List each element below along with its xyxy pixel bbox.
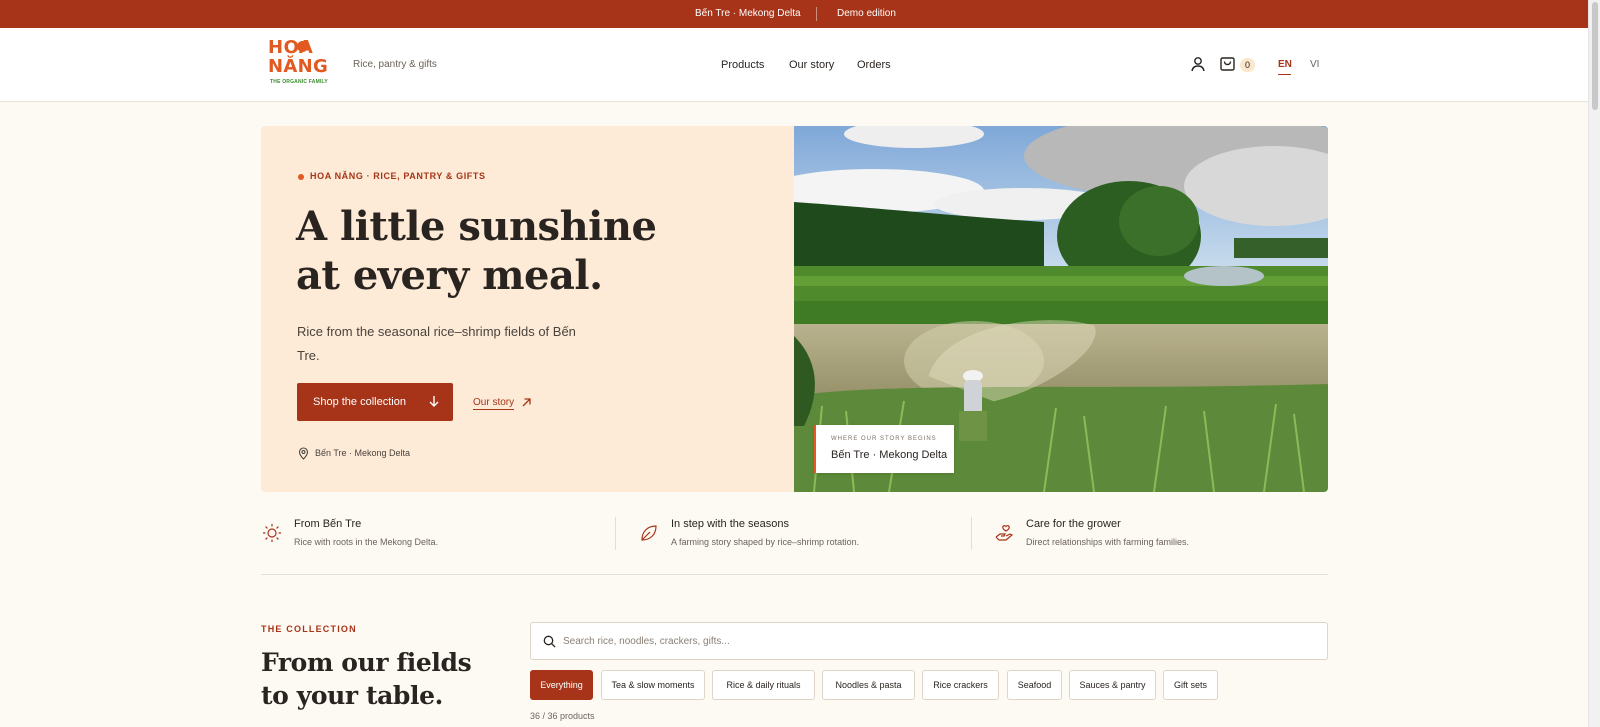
product-search	[530, 622, 1328, 660]
hero-subtitle: Rice from the seasonal rice–shrimp field…	[297, 324, 576, 363]
brand-logo[interactable]: HOA NĂNG THE ORGANIC FAMILY	[268, 37, 334, 89]
shop-collection-button[interactable]: Shop the collection	[297, 383, 453, 421]
product-count: 36 / 36 products	[530, 711, 595, 721]
sun-icon	[263, 524, 281, 542]
hero-title: A little sunshine at every meal.	[296, 202, 716, 300]
leaf-icon	[641, 525, 657, 541]
search-input[interactable]	[563, 632, 1263, 650]
logo-word-nang: NĂNG	[268, 56, 329, 77]
hero-section: HOA NĂNG · RICE, PANTRY & GIFTS A little…	[261, 126, 1328, 492]
language-en[interactable]: EN	[1278, 59, 1292, 75]
filter-seafood[interactable]: Seafood	[1007, 670, 1062, 700]
filter-rice[interactable]: Rice & daily rituals	[712, 670, 815, 700]
logo-subline: THE ORGANIC FAMILY	[270, 79, 328, 85]
site-header: HOA NĂNG THE ORGANIC FAMILY Rice, pantry…	[0, 28, 1588, 102]
announcement-bar: Bến Tre · Mekong Delta Demo edition	[0, 0, 1588, 28]
section-divider	[261, 574, 1328, 575]
hand-heart-icon	[995, 525, 1014, 541]
photo-caption-place: Bến Tre · Mekong Delta	[831, 449, 948, 461]
user-icon[interactable]	[1190, 56, 1206, 72]
feature-desc: Direct relationships with farming famili…	[1026, 537, 1190, 547]
filter-gift-sets[interactable]: Gift sets	[1163, 670, 1218, 700]
arrow-up-right-icon[interactable]	[521, 397, 532, 408]
feature-title: Care for the grower	[1026, 518, 1121, 530]
arrow-down-icon	[429, 396, 439, 407]
collection-title: From our fields to your table.	[261, 646, 501, 712]
header-tagline: Rice, pantry & gifts	[353, 59, 437, 70]
language-vi[interactable]: VI	[1310, 59, 1319, 70]
feature-desc: A farming story shaped by rice–shrimp ro…	[671, 537, 860, 547]
feature-title: From Bến Tre	[294, 518, 362, 530]
hero-title-line1: A little sunshine	[296, 203, 657, 250]
hero-photo: WHERE OUR STORY BEGINS Bến Tre · Mekong …	[764, 126, 1328, 492]
page-scrollbar[interactable]	[1588, 0, 1600, 727]
hero-location: Bến Tre · Mekong Delta	[315, 448, 411, 458]
hero-eyebrow: HOA NĂNG · RICE, PANTRY & GIFTS	[297, 171, 486, 181]
shop-collection-label: Shop the collection	[313, 396, 406, 408]
map-pin-icon	[298, 447, 309, 460]
nav-products[interactable]: Products	[721, 59, 764, 71]
cart-count-badge: 0	[1240, 58, 1255, 72]
filter-everything[interactable]: Everything	[530, 670, 593, 700]
nav-orders[interactable]: Orders	[857, 59, 891, 71]
feature-title: In step with the seasons	[671, 518, 790, 530]
logo-sun-icon	[297, 41, 308, 52]
photo-caption-kicker: WHERE OUR STORY BEGINS	[831, 436, 937, 442]
collection-title-line2: to your table.	[261, 681, 443, 710]
shopping-bag-icon[interactable]	[1219, 55, 1236, 72]
filter-sauces[interactable]: Sauces & pantry	[1069, 670, 1156, 700]
filter-rice-crackers[interactable]: Rice crackers	[922, 670, 999, 700]
nav-our-story[interactable]: Our story	[789, 59, 834, 71]
feature-divider	[971, 517, 972, 550]
filter-tea[interactable]: Tea & slow moments	[601, 670, 705, 700]
collection-eyebrow: THE COLLECTION	[261, 624, 357, 634]
search-icon	[543, 635, 556, 648]
hero-text-panel: HOA NĂNG · RICE, PANTRY & GIFTS A little…	[261, 126, 794, 492]
our-story-link[interactable]: Our story	[473, 397, 515, 410]
announcement-edition: Demo edition	[837, 8, 896, 19]
collection-title-line1: From our fields	[261, 648, 472, 677]
announcement-divider	[816, 7, 817, 21]
hero-eyebrow-text: HOA NĂNG · RICE, PANTRY & GIFTS	[310, 171, 486, 181]
filter-noodles[interactable]: Noodles & pasta	[822, 670, 915, 700]
hero-title-line2: at every meal.	[296, 252, 603, 299]
feature-desc: Rice with roots in the Mekong Delta.	[294, 537, 439, 547]
feature-divider	[615, 517, 616, 550]
photo-caption-card: WHERE OUR STORY BEGINS Bến Tre · Mekong …	[814, 425, 954, 473]
announcement-location: Bến Tre · Mekong Delta	[695, 8, 801, 19]
scrollbar-thumb[interactable]	[1592, 2, 1598, 110]
